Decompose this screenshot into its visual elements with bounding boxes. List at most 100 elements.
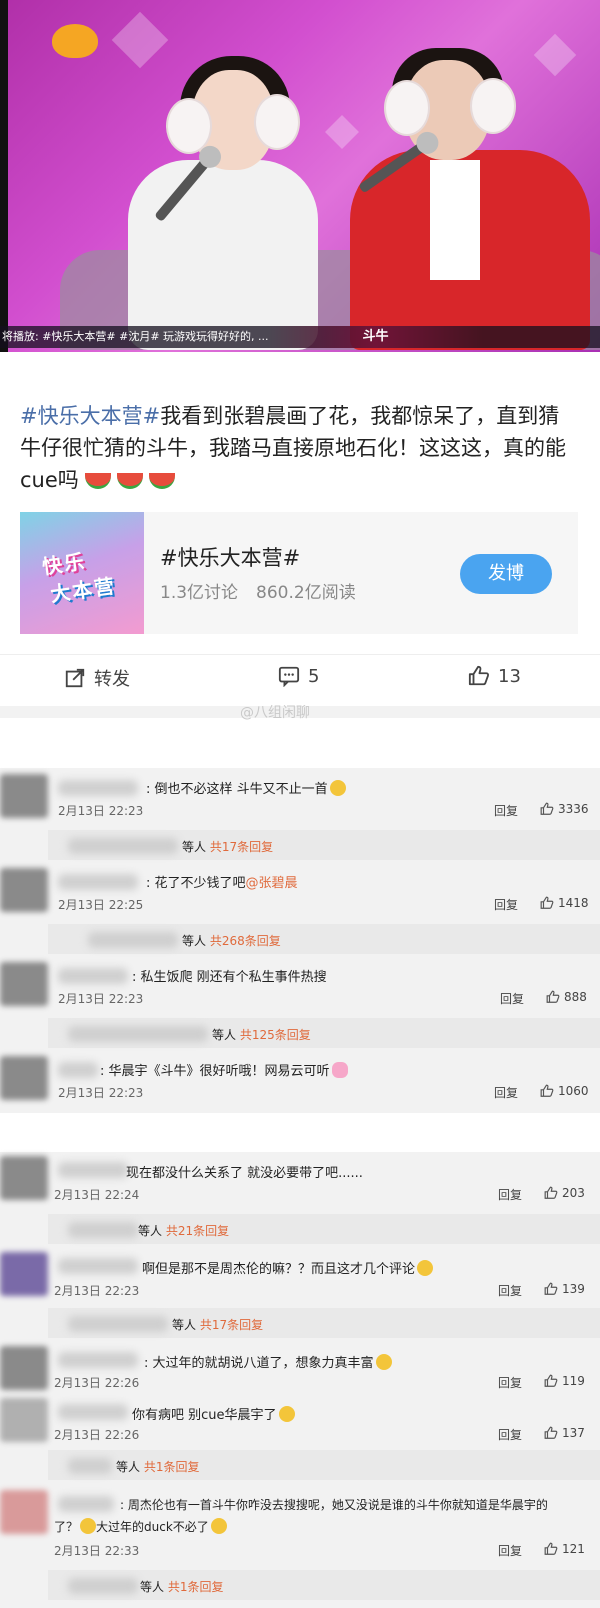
comment-like-button[interactable]: 1418 — [540, 896, 589, 910]
comment-item[interactable]: : 周杰伦也有一首斗牛你咋没去搜搜呢，她又没说是谁的斗牛你就知道是华晨宇的 了？… — [0, 1486, 600, 1566]
reply-button[interactable]: 回复 — [498, 1282, 522, 1299]
reply-button[interactable]: 回复 — [498, 1374, 522, 1391]
like-count: 13 — [498, 665, 521, 687]
comment-like-button[interactable]: 139 — [544, 1282, 585, 1296]
mention-link[interactable]: @张碧晨 — [246, 876, 298, 891]
post-body: #快乐大本营#我看到张碧晨画了花，我都惊呆了，直到猜牛仔很忙猜的斗牛，我踏马直接… — [20, 400, 580, 496]
performer-left-body — [128, 160, 318, 350]
avatar[interactable] — [0, 868, 48, 912]
avatar[interactable] — [0, 962, 48, 1006]
watermelon-emoji — [148, 473, 175, 489]
reply-button[interactable]: 回复 — [498, 1426, 522, 1443]
comment-like-count: 3336 — [558, 802, 589, 816]
comment-time: 2月13日 22:23 — [54, 1284, 140, 1298]
post-hashtag[interactable]: #快乐大本营# — [20, 404, 160, 428]
comment-like-button[interactable]: 1060 — [540, 1084, 589, 1098]
comment-time: 2月13日 22:26 — [54, 1428, 140, 1442]
like-button[interactable]: 13 — [468, 665, 521, 687]
sub-reply-summary: 等人 共125条回复 — [212, 1028, 311, 1042]
comment-text: : 倒也不必这样 斗牛又不止一首 — [146, 778, 346, 797]
comment-like-button[interactable]: 888 — [546, 990, 587, 1004]
avatar[interactable] — [0, 1156, 48, 1200]
comment-like-count: 1060 — [558, 1084, 589, 1098]
stage-sparkle — [325, 115, 359, 149]
comment-like-button[interactable]: 203 — [544, 1186, 585, 1200]
comment-text: : 大过年的就胡说八道了，想象力真丰富 — [144, 1352, 392, 1371]
comment-item[interactable]: : 私生饭爬 刚还有个私生事件热搜 2月13日 22:23 回复 888 — [0, 956, 600, 1012]
comment-text: 啊但是那不是周杰伦的嘛？？而且这才几个评论 — [142, 1258, 434, 1277]
username-blurred — [68, 1316, 168, 1332]
sub-reply-count: 共17条回复 — [199, 1318, 264, 1332]
smile-emoji — [329, 780, 346, 796]
comment-like-button[interactable]: 137 — [544, 1426, 585, 1440]
post-to-topic-button[interactable]: 发博 — [460, 554, 552, 594]
sub-replies[interactable]: 等人 共125条回复 — [48, 1018, 600, 1048]
comment-text: 现在都没什么关系了 就没必要带了吧...... — [126, 1166, 363, 1181]
reply-button[interactable]: 回复 — [498, 1186, 522, 1203]
face-emoji — [210, 1518, 227, 1534]
comment-like-count: 121 — [562, 1542, 585, 1556]
thumbs-up-icon — [544, 1374, 558, 1387]
sub-replies[interactable]: 等人 共1条回复 — [48, 1570, 600, 1600]
smile-emoji — [278, 1406, 295, 1422]
sub-replies[interactable]: 等人 共21条回复 — [48, 1214, 600, 1244]
thumbs-up-icon — [544, 1282, 558, 1295]
comment-item[interactable]: 现在都没什么关系了 就没必要带了吧...... 2月13日 22:24 回复 2… — [0, 1152, 600, 1210]
comment-time: 2月13日 22:26 — [54, 1376, 140, 1390]
thumbs-up-icon — [544, 1542, 558, 1555]
thumbs-up-icon — [540, 1084, 554, 1097]
avatar[interactable] — [0, 1398, 48, 1442]
comment-item[interactable]: 你有病吧 别cue华晨宇了 2月13日 22:26 回复 137 — [0, 1394, 600, 1444]
comment-time: 2月13日 22:33 — [54, 1544, 140, 1558]
sub-replies[interactable]: 等人 共268条回复 — [48, 924, 600, 954]
username-blurred — [58, 1162, 128, 1178]
comment-like-count: 119 — [562, 1374, 585, 1388]
sub-reply-count: 共1条回复 — [167, 1580, 224, 1594]
comment-time: 2月13日 22:24 — [54, 1188, 140, 1202]
comment-like-button[interactable]: 119 — [544, 1374, 585, 1388]
sub-reply-count: 共268条回复 — [209, 934, 281, 948]
avatar[interactable] — [0, 1490, 48, 1534]
sub-reply-summary: 等人 共1条回复 — [116, 1460, 200, 1474]
reply-button[interactable]: 回复 — [494, 802, 518, 819]
pig-emoji — [331, 1062, 348, 1078]
sub-reply-count: 共1条回复 — [143, 1460, 200, 1474]
topic-card[interactable]: 快乐 大本营 #快乐大本营# 1.3亿讨论 860.2亿阅读 发博 — [20, 512, 578, 634]
sub-replies[interactable]: 等人 共17条回复 — [48, 830, 600, 860]
sub-reply-count: 共21条回复 — [165, 1224, 230, 1238]
comment-count: 5 — [308, 665, 320, 687]
thumbs-up-icon — [540, 896, 554, 909]
avatar[interactable] — [0, 1346, 48, 1390]
comment-item[interactable]: : 花了不少钱了吧@张碧晨 2月13日 22:25 回复 1418 — [0, 862, 600, 918]
reply-button[interactable]: 回复 — [494, 1084, 518, 1101]
face-emoji — [417, 1260, 434, 1276]
comment-button[interactable]: 5 — [278, 665, 319, 687]
sub-replies[interactable]: 等人 共17条回复 — [48, 1308, 600, 1338]
topic-thumbnail: 快乐 大本营 — [20, 512, 144, 634]
avatar[interactable] — [0, 774, 48, 818]
username-blurred — [58, 874, 138, 890]
avatar[interactable] — [0, 1056, 48, 1100]
username-blurred — [58, 1352, 138, 1368]
comment-text: : 花了不少钱了吧@张碧晨 — [146, 876, 298, 891]
reply-button[interactable]: 回复 — [498, 1542, 522, 1559]
comment-icon — [278, 666, 300, 687]
comment-like-count: 203 — [562, 1186, 585, 1200]
repost-button[interactable]: 转发 — [64, 665, 130, 691]
reply-button[interactable]: 回复 — [500, 990, 524, 1007]
comment-item[interactable]: : 大过年的就胡说八道了，想象力真丰富 2月13日 22:26 回复 119 — [0, 1342, 600, 1392]
comment-item[interactable]: : 倒也不必这样 斗牛又不止一首 2月13日 22:23 回复 3336 — [0, 768, 600, 824]
sub-replies[interactable]: 等人 共1条回复 — [48, 1450, 600, 1480]
comment-item[interactable]: 啊但是那不是周杰伦的嘛？？而且这才几个评论 2月13日 22:23 回复 139 — [0, 1248, 600, 1304]
sub-reply-summary: 等人 共268条回复 — [182, 934, 281, 948]
comment-like-button[interactable]: 3336 — [540, 802, 589, 816]
comment-item[interactable]: : 华晨宇《斗牛》很好听哦！网易云可听 2月13日 22:23 回复 1060 — [0, 1050, 600, 1110]
comment-list-a: : 倒也不必这样 斗牛又不止一首 2月13日 22:23 回复 3336 等人 … — [0, 768, 600, 1113]
comment-like-button[interactable]: 121 — [544, 1542, 585, 1556]
comment-text: 你有病吧 别cue华晨宇了 — [132, 1404, 295, 1423]
reply-button[interactable]: 回复 — [494, 896, 518, 913]
avatar[interactable] — [0, 1252, 48, 1296]
video-frame[interactable]: 将播放: #快乐大本营# #沈月# 玩游戏玩得好好的, ... 斗牛 — [0, 0, 600, 352]
performer-right-shirt — [430, 160, 480, 280]
username-blurred — [58, 1496, 114, 1512]
